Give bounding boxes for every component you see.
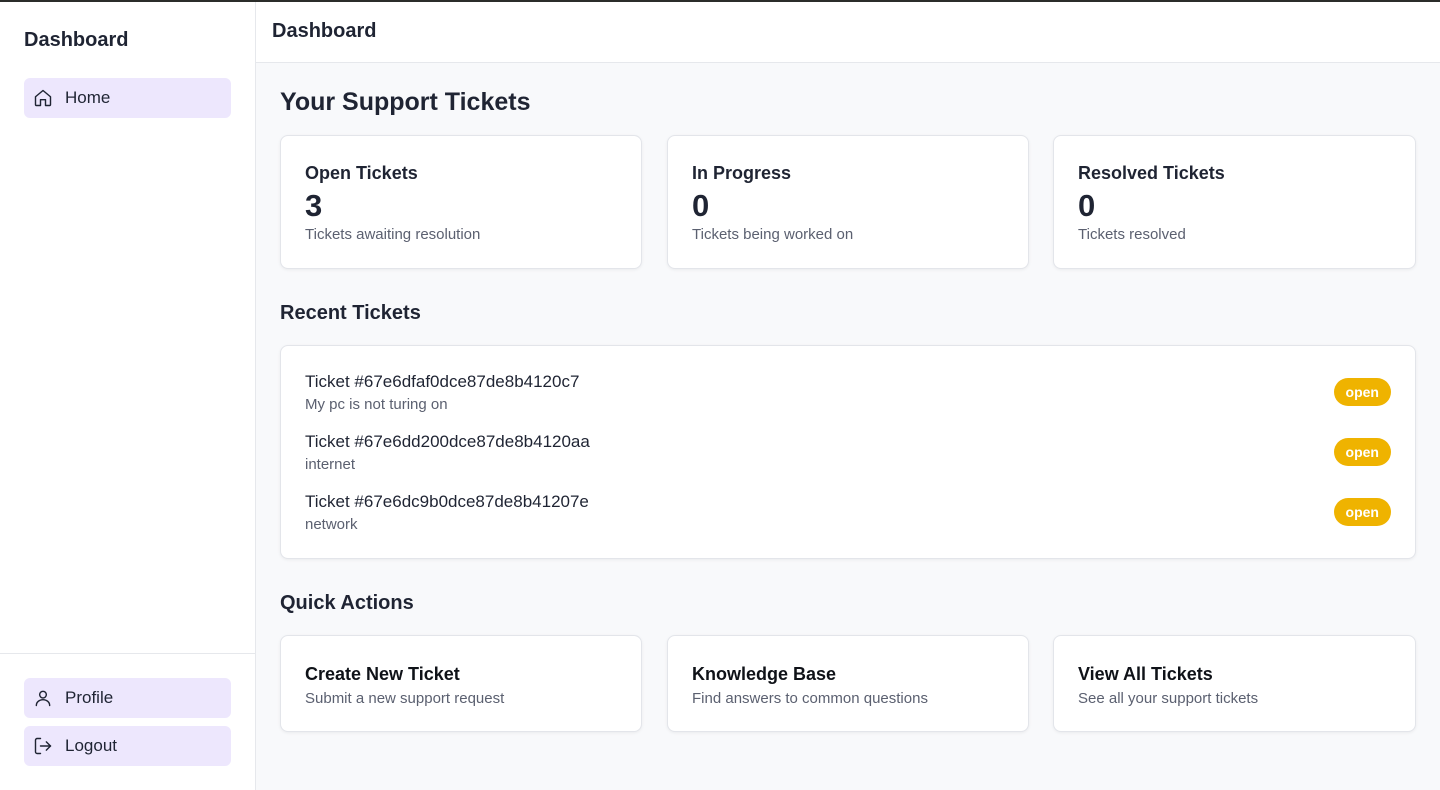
recent-tickets-heading: Recent Tickets: [280, 302, 421, 324]
action-description: Submit a new support request: [305, 690, 505, 707]
ticket-subject: network: [305, 516, 358, 533]
status-badge: open: [1333, 498, 1391, 526]
quick-actions-heading: Quick Actions: [280, 592, 414, 614]
page-title: Your Support Tickets: [280, 88, 531, 116]
stat-description: Tickets resolved: [1078, 226, 1186, 243]
status-badge: open: [1333, 378, 1391, 406]
action-title: View All Tickets: [1078, 664, 1213, 684]
recent-tickets-list: Ticket #67e6dfaf0dce87de8b4120c7 My pc i…: [280, 345, 1416, 559]
stat-card-in-progress: In Progress 0 Tickets being worked on: [667, 135, 1029, 269]
user-icon: [33, 688, 53, 708]
home-icon: [33, 88, 53, 108]
sidebar-item-label: Profile: [65, 688, 114, 707]
ticket-subject: internet: [305, 456, 356, 473]
knowledge-base-card[interactable]: Knowledge Base Find answers to common qu…: [667, 635, 1029, 732]
ticket-row[interactable]: Ticket #67e6dd200dce87de8b4120aa interne…: [305, 432, 1391, 480]
stat-value: 3: [305, 188, 323, 223]
sidebar-title: Dashboard: [24, 29, 129, 51]
ticket-row[interactable]: Ticket #67e6dc9b0dce87de8b41207e network…: [305, 492, 1391, 540]
main-content: Dashboard Your Support Tickets Open Tick…: [256, 2, 1440, 790]
action-description: See all your support tickets: [1078, 690, 1259, 707]
status-badge: open: [1333, 438, 1391, 466]
top-bar: Dashboard: [256, 2, 1440, 63]
view-all-tickets-card[interactable]: View All Tickets See all your support ti…: [1053, 635, 1416, 732]
action-title: Knowledge Base: [692, 664, 837, 684]
logout-icon: [33, 736, 53, 756]
stat-label: In Progress: [692, 163, 792, 183]
action-description: Find answers to common questions: [692, 690, 928, 707]
stat-value: 0: [692, 188, 710, 223]
sidebar-divider: [0, 653, 255, 654]
sidebar-item-logout[interactable]: Logout: [24, 726, 231, 766]
stat-card-resolved: Resolved Tickets 0 Tickets resolved: [1053, 135, 1416, 269]
header-title: Dashboard: [272, 20, 377, 42]
sidebar-item-label: Logout: [65, 736, 117, 755]
stat-value: 0: [1078, 188, 1096, 223]
ticket-row[interactable]: Ticket #67e6dfaf0dce87de8b4120c7 My pc i…: [305, 372, 1391, 420]
stat-description: Tickets awaiting resolution: [305, 226, 481, 243]
sidebar-item-label: Home: [65, 88, 111, 107]
app-window: Dashboard Home Profile Logout Dashboard …: [0, 0, 1440, 790]
stat-card-open: Open Tickets 3 Tickets awaiting resoluti…: [280, 135, 642, 269]
sidebar: Dashboard Home Profile Logout: [0, 2, 256, 790]
stat-label: Open Tickets: [305, 163, 418, 183]
ticket-id: Ticket #67e6dd200dce87de8b4120aa: [305, 432, 590, 451]
stat-label: Resolved Tickets: [1078, 163, 1225, 183]
ticket-id: Ticket #67e6dfaf0dce87de8b4120c7: [305, 372, 580, 391]
sidebar-item-home[interactable]: Home: [24, 78, 231, 118]
ticket-subject: My pc is not turing on: [305, 396, 448, 413]
create-ticket-card[interactable]: Create New Ticket Submit a new support r…: [280, 635, 642, 732]
stat-description: Tickets being worked on: [692, 226, 854, 243]
sidebar-item-profile[interactable]: Profile: [24, 678, 231, 718]
action-title: Create New Ticket: [305, 664, 460, 684]
ticket-id: Ticket #67e6dc9b0dce87de8b41207e: [305, 492, 589, 511]
